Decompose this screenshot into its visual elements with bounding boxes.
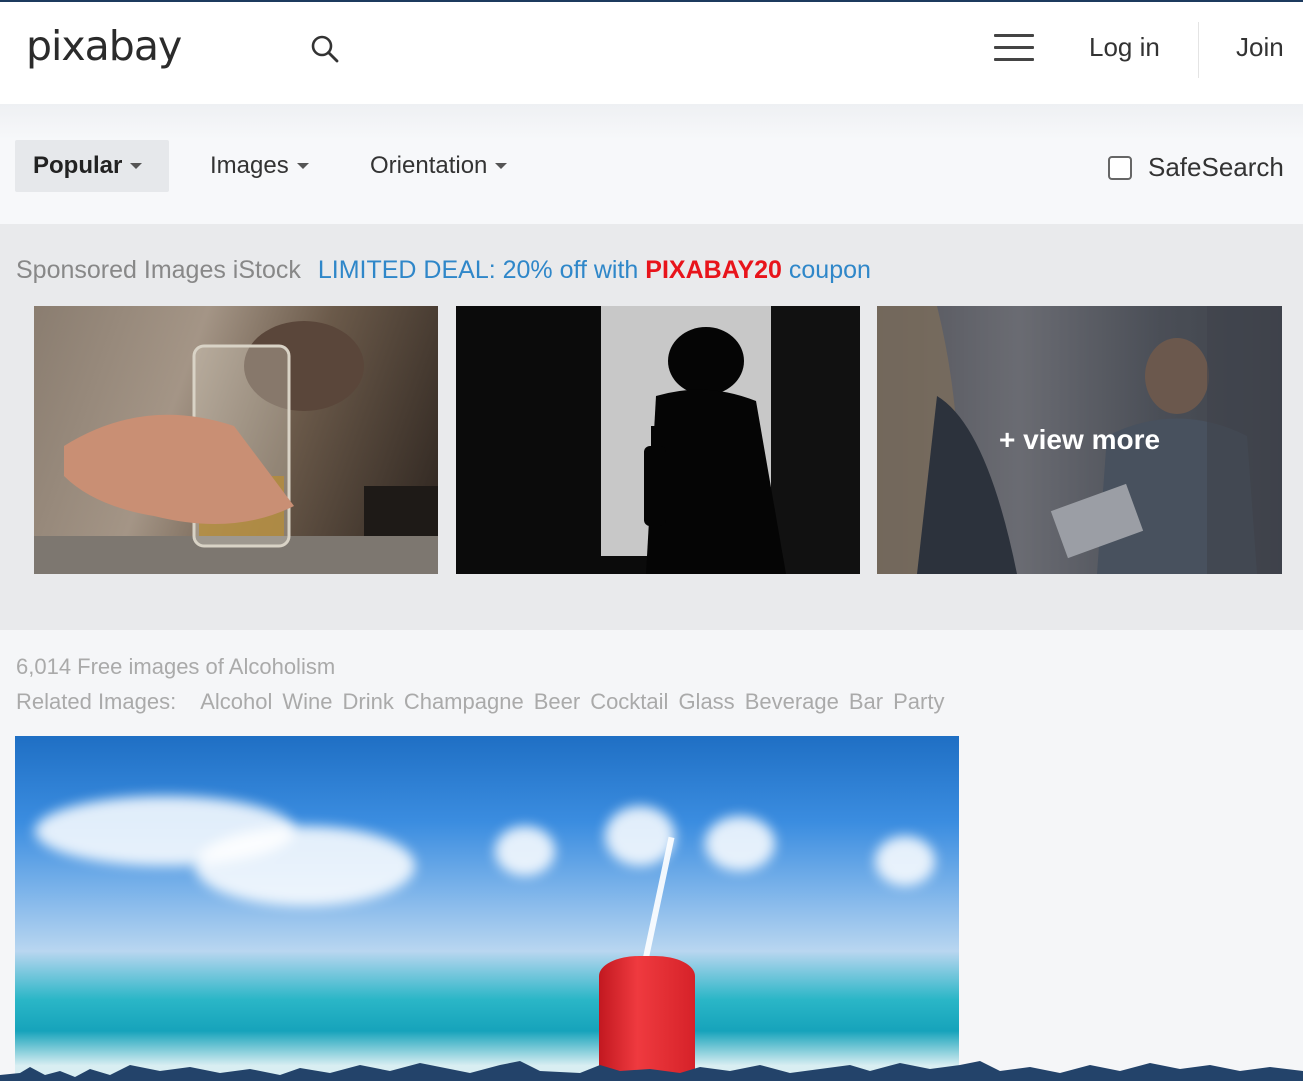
- top-header: pixabay Log in Join: [0, 2, 1303, 104]
- sponsored-view-more-tile[interactable]: + view more: [877, 306, 1282, 574]
- related-images: Related Images: Alcohol Wine Drink Champ…: [16, 689, 954, 715]
- sponsored-label: Sponsored Images iStock: [16, 256, 301, 284]
- search-icon[interactable]: [310, 34, 340, 64]
- cloud-shape: [495, 826, 555, 876]
- results-count: 6,014 Free images of Alcoholism: [16, 654, 336, 679]
- related-tag[interactable]: Wine: [282, 689, 332, 715]
- silhouette-with-bottle-illustration: [601, 306, 860, 574]
- cloud-shape: [195, 826, 415, 906]
- sponsored-section: Sponsored Images iStock LIMITED DEAL: 20…: [0, 224, 1303, 630]
- related-tag[interactable]: Beverage: [745, 689, 839, 715]
- caret-down-icon: [296, 163, 309, 169]
- safesearch-label: SafeSearch: [1148, 152, 1284, 182]
- sponsored-image-2[interactable]: [456, 306, 860, 574]
- related-tag[interactable]: Cocktail: [590, 689, 668, 715]
- login-link[interactable]: Log in: [1089, 32, 1160, 63]
- join-link[interactable]: Join: [1236, 32, 1284, 63]
- safesearch-toggle[interactable]: SafeSearch: [1108, 152, 1284, 183]
- hand-with-glass-illustration: [34, 321, 438, 574]
- deal-prefix: LIMITED DEAL: 20% off with: [317, 256, 639, 284]
- sort-popular-dropdown[interactable]: Popular: [15, 140, 169, 192]
- cloud-shape: [875, 836, 935, 886]
- orientation-label: Orientation: [370, 152, 488, 179]
- related-images-label: Related Images:: [16, 689, 177, 714]
- caret-down-icon: [130, 163, 143, 169]
- media-type-label: Images: [210, 152, 289, 179]
- related-tag[interactable]: Bar: [849, 689, 883, 715]
- filter-bar: Popular Images Orientation SafeSearch: [0, 104, 1303, 224]
- caret-down-icon: [495, 163, 508, 169]
- orientation-dropdown[interactable]: Orientation: [352, 140, 525, 192]
- related-tag[interactable]: Party: [893, 689, 944, 715]
- coupon-code: PIXABAY20: [645, 256, 782, 284]
- related-tag[interactable]: Glass: [678, 689, 734, 715]
- torn-edge-decoration: [0, 1061, 1303, 1081]
- safesearch-checkbox[interactable]: [1108, 155, 1132, 180]
- deal-link[interactable]: LIMITED DEAL: 20% off with PIXABAY20 cou…: [318, 256, 871, 284]
- header-divider: [1198, 22, 1199, 78]
- media-type-dropdown[interactable]: Images: [192, 140, 327, 192]
- sponsored-line: Sponsored Images iStock LIMITED DEAL: 20…: [16, 256, 871, 285]
- result-image-beach-drink[interactable]: [15, 736, 959, 1081]
- cloud-shape: [705, 816, 775, 871]
- related-tag[interactable]: Drink: [342, 689, 393, 715]
- menu-hamburger-icon[interactable]: [994, 34, 1034, 64]
- related-tag[interactable]: Champagne: [404, 689, 524, 715]
- view-more-label: + view more: [877, 306, 1282, 574]
- related-tag[interactable]: Alcohol: [200, 689, 272, 715]
- sponsored-image-1[interactable]: [34, 306, 438, 574]
- related-tag[interactable]: Beer: [534, 689, 580, 715]
- sort-popular-label: Popular: [33, 152, 123, 179]
- deal-suffix: coupon: [788, 256, 871, 284]
- pixabay-logo[interactable]: pixabay: [26, 22, 182, 70]
